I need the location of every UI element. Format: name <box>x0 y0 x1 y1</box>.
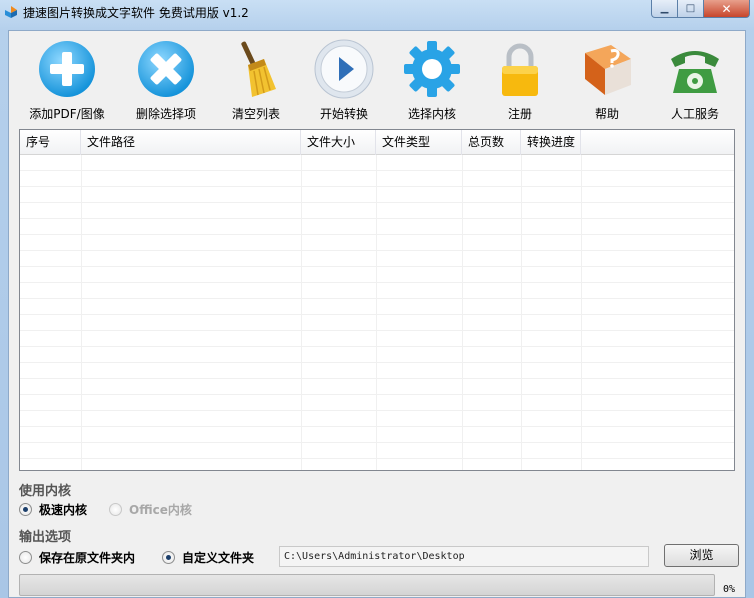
column-header-file-size[interactable]: 文件大小 <box>301 130 376 155</box>
column-divider <box>376 155 377 470</box>
output-path-field[interactable]: C:\Users\Administrator\Desktop <box>279 546 649 567</box>
maximize-button[interactable]: □ <box>678 0 704 18</box>
broom-icon <box>241 41 276 97</box>
engine-office-option: Office内核 <box>109 501 192 518</box>
column-divider <box>521 155 522 470</box>
lock-icon <box>502 43 538 96</box>
manual-service-button[interactable]: 人工服务 <box>650 39 740 123</box>
help-book-icon <box>585 45 631 95</box>
column-divider <box>462 155 463 470</box>
column-header-file-type[interactable]: 文件类型 <box>376 130 462 155</box>
output-custom-folder-label: 自定义文件夹 <box>182 551 255 565</box>
toolbar-label: 注册 <box>507 107 532 121</box>
toolbar: 添加PDF/图像 删除选择项 清空列表 开始转换 选择内核 注册 帮助 人工服务 <box>9 31 745 126</box>
table-header: 序号 文件路径 文件大小 文件类型 总页数 转换进度 <box>20 130 734 155</box>
window-controls: ▁ □ ✕ <box>651 0 750 18</box>
output-custom-folder-option[interactable]: 自定义文件夹 <box>162 549 254 566</box>
window-title: 捷速图片转换成文字软件 免费试用版 v1.2 <box>23 6 249 20</box>
select-engine-button[interactable]: 选择内核 <box>387 39 477 123</box>
gear-icon <box>404 41 460 97</box>
toolbar-label: 删除选择项 <box>135 107 196 121</box>
telephone-icon <box>671 51 719 93</box>
column-header-page-count[interactable]: 总页数 <box>462 130 521 155</box>
minimize-button[interactable]: ▁ <box>651 0 678 18</box>
column-header-index[interactable]: 序号 <box>20 130 81 155</box>
client-area: 添加PDF/图像 删除选择项 清空列表 开始转换 选择内核 注册 帮助 人工服务… <box>8 30 746 598</box>
output-section-label: 输出选项 <box>19 530 72 545</box>
add-pdf-image-button[interactable]: 添加PDF/图像 <box>22 39 112 123</box>
progress-bar <box>19 574 715 596</box>
column-divider <box>81 155 82 470</box>
close-button[interactable]: ✕ <box>704 0 750 18</box>
engine-office-radio <box>109 503 122 516</box>
toolbar-label: 帮助 <box>594 107 619 121</box>
title-bar[interactable]: 捷速图片转换成文字软件 免费试用版 v1.2 ▁ □ ✕ <box>0 0 754 24</box>
output-original-folder-label: 保存在原文件夹内 <box>39 551 136 565</box>
engine-section-label: 使用内核 <box>19 484 72 499</box>
clear-list-button[interactable]: 清空列表 <box>211 39 301 123</box>
column-header-file-path[interactable]: 文件路径 <box>81 130 301 155</box>
start-conversion-button[interactable]: 开始转换 <box>299 39 389 123</box>
register-button[interactable]: 注册 <box>475 39 565 123</box>
browse-button[interactable]: 浏览 <box>664 544 739 567</box>
add-icon <box>39 41 95 97</box>
output-original-folder-option[interactable]: 保存在原文件夹内 <box>19 549 135 566</box>
app-logo-icon <box>5 6 17 18</box>
app-window: 捷速图片转换成文字软件 免费试用版 v1.2 ▁ □ ✕ 添加PDF/图像 删除… <box>0 0 754 598</box>
play-icon <box>314 39 374 99</box>
toolbar-label: 人工服务 <box>670 107 719 121</box>
column-divider <box>301 155 302 470</box>
engine-fast-option[interactable]: 极速内核 <box>19 501 87 518</box>
toolbar-label: 清空列表 <box>231 107 280 121</box>
engine-office-label: Office内核 <box>129 503 192 517</box>
engine-fast-radio[interactable] <box>19 503 32 516</box>
delete-selected-button[interactable]: 删除选择项 <box>121 39 211 123</box>
delete-icon <box>138 41 194 97</box>
progress-percent: 0% <box>723 584 736 595</box>
output-custom-folder-radio[interactable] <box>162 551 175 564</box>
toolbar-label: 添加PDF/图像 <box>29 107 105 121</box>
column-divider <box>581 155 582 470</box>
engine-fast-label: 极速内核 <box>39 503 88 517</box>
column-header-progress[interactable]: 转换进度 <box>521 130 581 155</box>
output-original-folder-radio[interactable] <box>19 551 32 564</box>
file-list-table[interactable]: 序号 文件路径 文件大小 文件类型 总页数 转换进度 <box>19 129 735 471</box>
toolbar-label: 开始转换 <box>319 107 368 121</box>
toolbar-label: 选择内核 <box>407 107 456 121</box>
table-body <box>20 155 734 470</box>
help-button[interactable]: 帮助 <box>562 39 652 123</box>
